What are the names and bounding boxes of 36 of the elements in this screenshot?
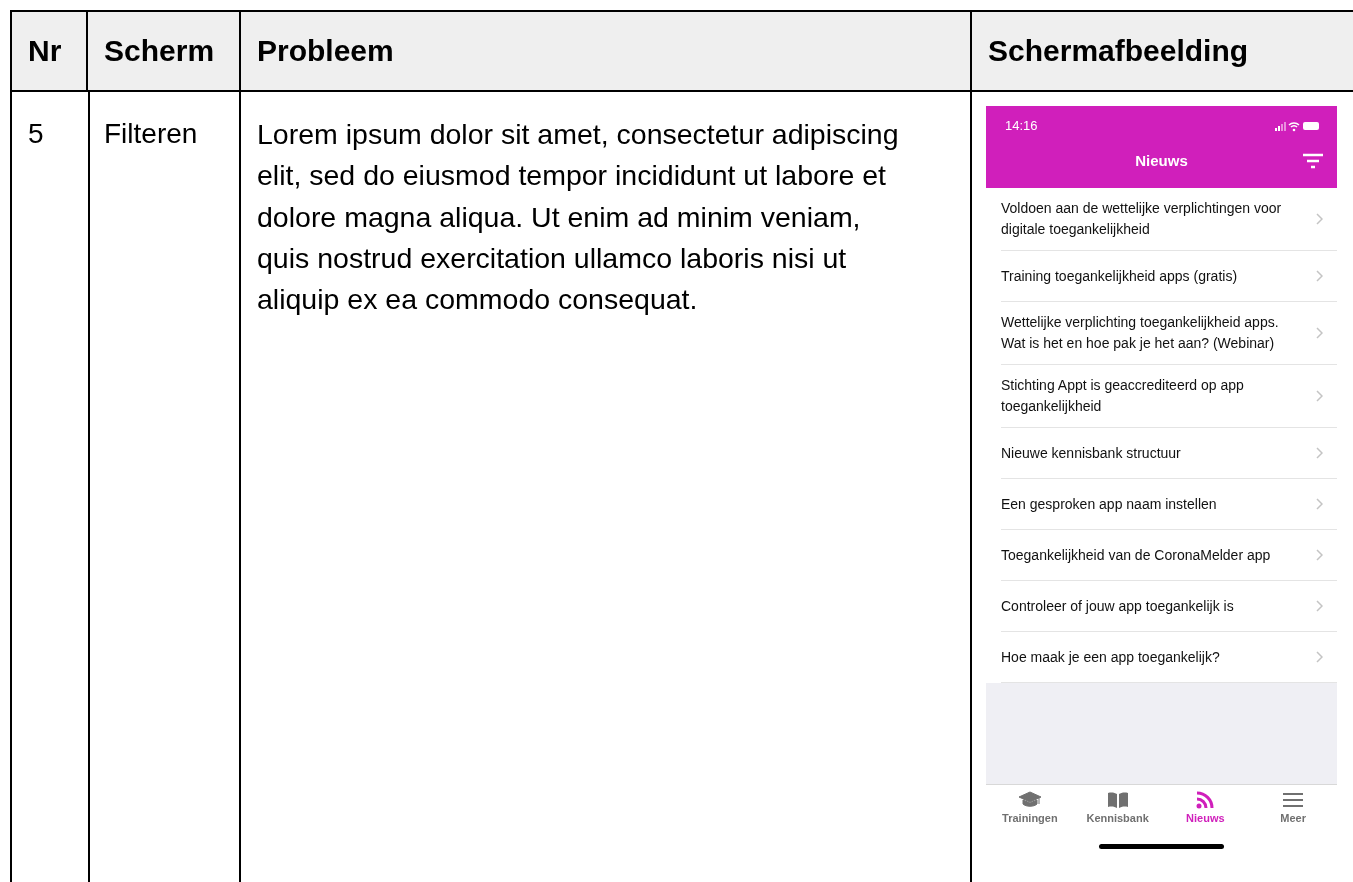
column-header: Nr bbox=[12, 12, 88, 92]
chevron-icon bbox=[1316, 270, 1323, 282]
news-list-item[interactable]: Toegankelijkheid van de CoronaMelder app bbox=[1001, 530, 1337, 581]
table-cell: 5 bbox=[12, 92, 90, 882]
chevron-icon bbox=[1316, 447, 1323, 459]
tab-bar-item[interactable]: Trainingen bbox=[986, 791, 1074, 824]
column-header: Schermafbeelding bbox=[972, 12, 1353, 92]
table-cell: Lorem ipsum dolor sit amet, consectetur adipiscing elit, sed do eiusmod tempor incididunt ut labore et dolore magna aliqua. Ut enim ad minim veniam, quis nostrud exercitation ullamco laboris nisi ut aliquip ex ea commodo consequat. bbox=[241, 92, 972, 882]
chevron-icon bbox=[1316, 498, 1323, 510]
chevron-icon bbox=[1316, 549, 1323, 561]
news-list-item[interactable]: Training toegankelijkheid apps (gratis) bbox=[1001, 251, 1337, 302]
tab-bar-item[interactable]: Kennisbank bbox=[1073, 791, 1162, 824]
chevron-icon bbox=[1316, 390, 1323, 402]
chevron-icon bbox=[1316, 213, 1323, 225]
filter-icon[interactable] bbox=[1303, 153, 1323, 169]
book-icon bbox=[1106, 791, 1129, 809]
column-header: Probleem bbox=[241, 12, 972, 92]
table-cell: Filteren bbox=[88, 92, 241, 882]
chevron-icon bbox=[1316, 327, 1323, 339]
news-list-item[interactable]: Stichting Appt is geaccrediteerd op app toegankelijkheid bbox=[1001, 365, 1337, 428]
chevron-icon bbox=[1316, 600, 1323, 612]
menu-icon bbox=[1282, 791, 1305, 809]
news-list-item[interactable]: Wettelijke verplichting toegankelijkheid apps. Wat is het en hoe pak je het aan? (Webinar) bbox=[1001, 302, 1337, 365]
news-list-item[interactable]: Controleer of jouw app toegankelijk is bbox=[1001, 581, 1337, 632]
screen-title: Nieuws bbox=[1135, 151, 1188, 172]
news-list-item[interactable]: Nieuwe kennisbank structuur bbox=[1001, 428, 1337, 479]
chevron-icon bbox=[1316, 651, 1323, 663]
tab-bar-item[interactable]: Nieuws bbox=[1161, 791, 1250, 824]
rss-feed-icon bbox=[1196, 791, 1215, 809]
news-list-item[interactable]: Een gesproken app naam instellen bbox=[1001, 479, 1337, 530]
status-time: 14:16 bbox=[1005, 116, 1038, 135]
graduation-cap-icon bbox=[1017, 791, 1042, 809]
status-icons bbox=[1275, 120, 1321, 132]
news-list-item[interactable]: Voldoen aan de wettelijke verplichtingen voor digitale toegankelijkheid bbox=[1001, 188, 1337, 251]
tab-bar-item[interactable]: Meer bbox=[1249, 791, 1337, 824]
column-header: Scherm bbox=[88, 12, 241, 92]
